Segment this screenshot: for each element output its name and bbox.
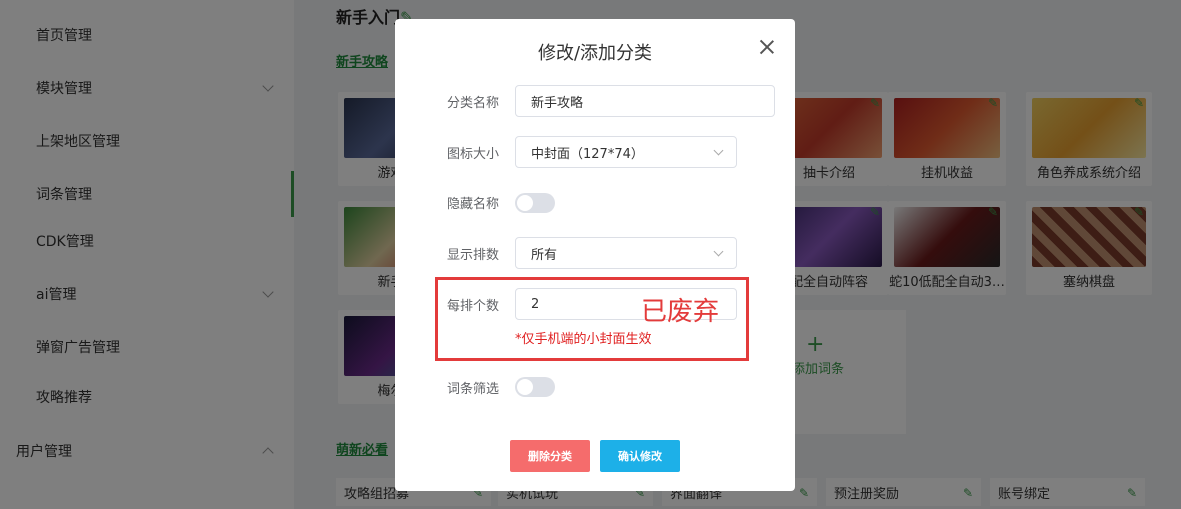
filter-toggle[interactable] [515,377,555,397]
category-name-input[interactable]: 新手攻略 [515,85,775,117]
icon-size-select[interactable]: 中封面（127*74） [515,136,737,168]
delete-category-button[interactable]: 删除分类 [510,440,590,472]
hide-name-label: 隐藏名称 [447,197,500,212]
chevron-down-icon [713,246,724,257]
hide-name-toggle[interactable] [515,193,555,213]
toggle-knob [517,195,533,211]
display-rows-value: 所有 [531,247,558,263]
filter-label: 词条筛选 [447,382,500,397]
dialog-title: 修改/添加分类 [537,43,653,64]
chevron-down-icon [713,145,724,156]
icon-size-value: 中封面（127*74） [531,146,644,162]
display-rows-select[interactable]: 所有 [515,237,737,269]
category-name-value: 新手攻略 [531,95,584,111]
category-dialog: 修改/添加分类 分类名称 新手攻略 图标大小 中封面（127*74） 隐藏名称 … [395,19,795,491]
confirm-edit-button[interactable]: 确认修改 [600,440,680,472]
icon-size-label: 图标大小 [447,147,500,162]
display-rows-label: 显示排数 [447,248,500,263]
deprecated-annotation: 已废弃 [641,297,720,327]
toggle-knob [517,379,533,395]
close-icon[interactable] [759,39,775,55]
category-name-label: 分类名称 [447,96,500,111]
